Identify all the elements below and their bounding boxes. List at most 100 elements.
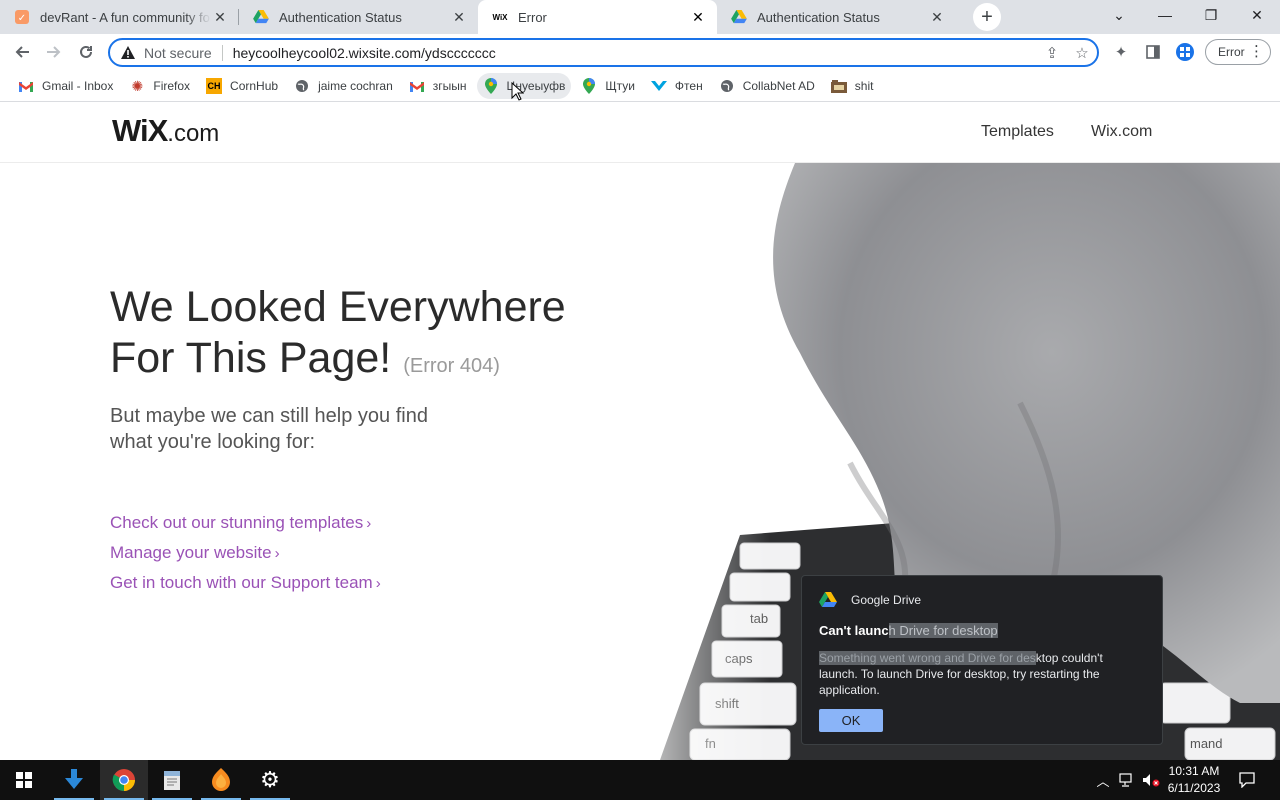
bookmark-label: Фтен: [674, 79, 703, 93]
bookmark-shchtui[interactable]: Щтуи: [575, 73, 641, 99]
minimize-button[interactable]: —: [1142, 0, 1188, 30]
network-icon[interactable]: [1116, 760, 1138, 800]
taskbar-notepad[interactable]: [148, 760, 196, 800]
wix-logo-suffix: .com: [167, 120, 220, 147]
profile-error-label: Error: [1218, 45, 1245, 59]
screen: ✓ devRant - A fun community for develope…: [0, 0, 1280, 800]
forward-button[interactable]: [39, 37, 69, 67]
bookmark-cornhub[interactable]: CH CornHub: [200, 73, 284, 99]
error-code: (Error 404): [403, 355, 500, 377]
bookmark-jaime-cochran[interactable]: jaime cochran: [288, 73, 399, 99]
tab-error[interactable]: WiX Error ✕: [478, 0, 717, 34]
manage-website-link[interactable]: Manage your website ›: [110, 543, 280, 563]
bookmark-label: jaime cochran: [318, 79, 393, 93]
chevron-right-icon: ›: [366, 515, 372, 532]
start-button[interactable]: [0, 760, 48, 800]
tab-title: devRant - A fun community for developers: [40, 9, 211, 25]
side-panel-icon[interactable]: [1138, 37, 1168, 67]
notifications-icon[interactable]: [1232, 760, 1262, 800]
nav-templates-link[interactable]: Templates: [981, 123, 1054, 141]
maps-pin-icon: [581, 78, 597, 94]
extensions-puzzle-icon[interactable]: ✦: [1106, 37, 1136, 67]
close-tab-icon[interactable]: ✕: [450, 8, 468, 26]
chevron-right-icon: ›: [274, 545, 280, 562]
back-button[interactable]: [7, 37, 37, 67]
chevron-right-icon: ›: [375, 575, 381, 592]
back-arrow-icon: [15, 46, 29, 58]
support-team-link[interactable]: Get in touch with our Support team ›: [110, 573, 381, 593]
firefox-icon: ✺: [131, 77, 144, 94]
new-tab-button[interactable]: +: [973, 3, 1001, 31]
page-subtitle: But maybe we can still help you find wha…: [110, 403, 490, 455]
nav-wix-link[interactable]: Wix.com: [1091, 123, 1152, 141]
wix-header: WiX.com Templates Wix.com: [0, 102, 1280, 163]
reload-button[interactable]: [71, 37, 101, 67]
taskbar-clock[interactable]: 10:31 AM 6/11/2023: [1160, 763, 1228, 797]
profile-error-button[interactable]: Error ⋮: [1205, 39, 1271, 65]
windows-taskbar: ⚙ ︿ 10:31 AM 6/11/2023: [0, 760, 1280, 800]
show-hidden-icons-chevron-icon[interactable]: ︿: [1093, 760, 1113, 800]
close-window-button[interactable]: ✕: [1234, 0, 1280, 30]
url-text[interactable]: heycoolheycool02.wixsite.com/ydsccccccc: [233, 45, 1037, 61]
volume-muted-icon[interactable]: [1140, 760, 1162, 800]
settings-icon: ⚙: [260, 767, 280, 792]
tab-title: Authentication Status: [757, 9, 880, 25]
clock-time: 10:31 AM: [1168, 764, 1220, 778]
taskbar-chrome[interactable]: [100, 760, 148, 800]
chrome-icon: [112, 769, 135, 791]
extension-app-icon[interactable]: [1170, 37, 1200, 67]
bookmark-shit[interactable]: shit: [825, 73, 880, 99]
wix-logo[interactable]: WiX.com: [112, 113, 219, 149]
drive-title-plain: Can't launc: [819, 623, 889, 638]
subtitle-line-2: what you're looking for:: [110, 431, 316, 453]
notepad-icon: [164, 771, 180, 790]
download-app-icon: [65, 769, 83, 789]
heading-line-1: We Looked Everywhere: [110, 283, 566, 331]
tab-devrant[interactable]: ✓ devRant - A fun community for develope…: [0, 0, 239, 34]
warning-icon[interactable]: [120, 45, 136, 61]
drive-dialog-header: Google Drive: [819, 592, 921, 608]
close-tab-icon[interactable]: ✕: [211, 8, 229, 26]
fl-studio-icon: [212, 768, 230, 791]
wix-logo-main: WiX: [112, 113, 168, 148]
share-icon[interactable]: ⇪: [1037, 40, 1067, 65]
taskbar-settings[interactable]: ⚙: [246, 760, 294, 800]
bookmark-label: CornHub: [230, 79, 279, 93]
tab-title: Authentication Status: [279, 9, 402, 25]
reload-icon: [80, 45, 92, 58]
google-drive-icon: [253, 9, 269, 25]
bookmark-star-icon[interactable]: ☆: [1067, 40, 1097, 65]
bookmark-gmail-inbox[interactable]: Gmail - Inbox: [12, 73, 119, 99]
tab-title: Error: [518, 9, 547, 25]
not-secure-label[interactable]: Not secure: [144, 45, 212, 61]
bookmark-zgyyn[interactable]: згыын: [403, 73, 473, 99]
bookmark-label: згыын: [432, 79, 467, 93]
address-bar[interactable]: Not secure heycoolheycool02.wixsite.com/…: [108, 38, 1099, 67]
support-team-link-label: Get in touch with our Support team: [110, 573, 373, 592]
templates-link[interactable]: Check out our stunning templates ›: [110, 513, 371, 533]
page-heading: We Looked Everywhere For This Page! (Err…: [110, 282, 566, 392]
taskbar-download-app[interactable]: [50, 760, 98, 800]
bookmark-collabnet-ad[interactable]: CollabNet AD: [713, 73, 821, 99]
tab-strip: ✓ devRant - A fun community for develope…: [0, 0, 1280, 34]
ok-button[interactable]: OK: [819, 709, 883, 732]
kebab-menu-icon[interactable]: ⋮: [1249, 42, 1264, 60]
forward-arrow-icon: [47, 46, 61, 58]
devrant-icon: ✓: [14, 9, 30, 25]
gmail-icon: [409, 78, 425, 94]
tab-search-icon[interactable]: ⌄: [1096, 0, 1142, 30]
bookmark-firefox[interactable]: ✺ Firefox: [123, 73, 196, 99]
taskbar-fl-studio[interactable]: [197, 760, 245, 800]
bookmark-label: Gmail - Inbox: [42, 79, 114, 93]
close-tab-icon[interactable]: ✕: [689, 8, 707, 26]
google-drive-icon: [731, 9, 747, 25]
close-tab-icon[interactable]: ✕: [928, 8, 946, 26]
bookmark-label: Щтуи: [605, 79, 635, 93]
tab-authentication-status-1[interactable]: Authentication Status ✕: [239, 0, 478, 34]
bookmark-ften[interactable]: Фтен: [645, 73, 709, 99]
restore-button[interactable]: ❐: [1188, 0, 1234, 30]
svg-text:✓: ✓: [18, 13, 26, 24]
bookmarks-bar: Gmail - Inbox ✺ Firefox CH CornHub jaime…: [0, 71, 1280, 102]
tab-authentication-status-2[interactable]: Authentication Status ✕: [717, 0, 956, 34]
wix-icon: WiX: [492, 12, 508, 22]
